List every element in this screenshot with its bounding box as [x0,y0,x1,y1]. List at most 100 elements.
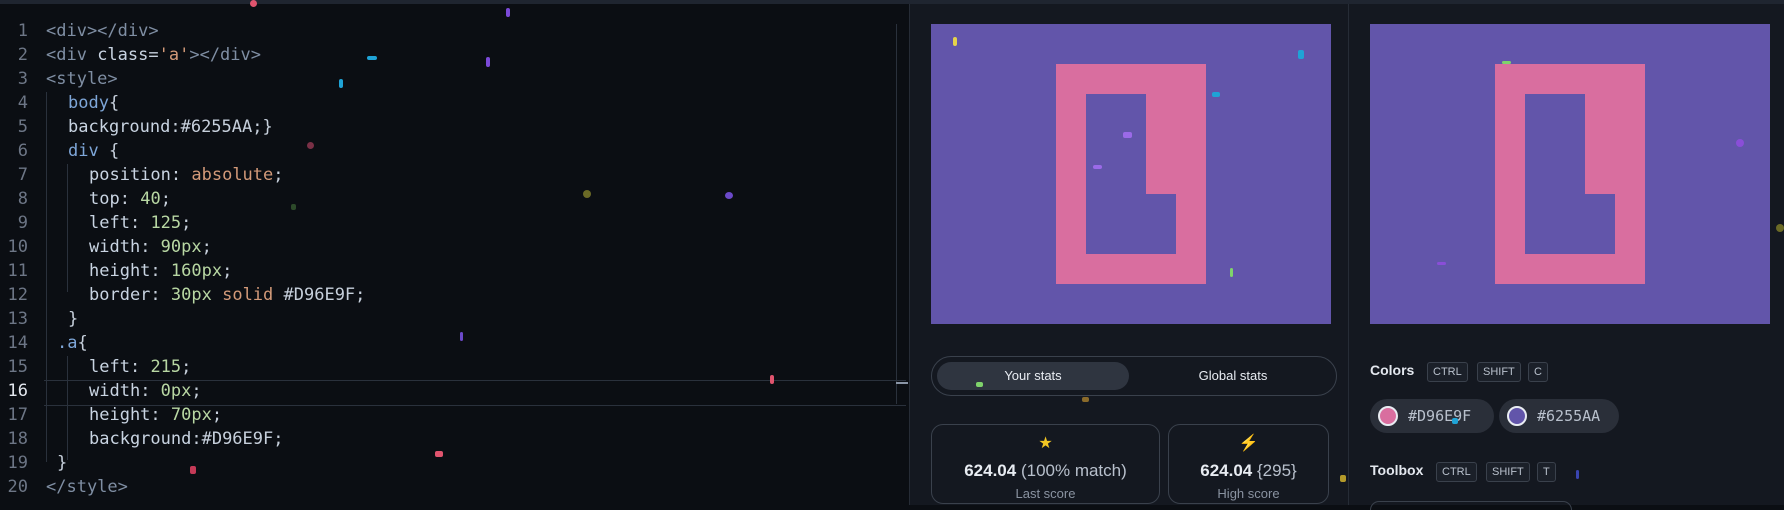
code-line: top: 40; [89,189,171,209]
color-chip-pink[interactable]: #D96E9F [1370,399,1494,433]
target-preview[interactable] [1370,24,1770,324]
color-chip-label: #6255AA [1537,407,1601,425]
confetti-piece [1230,268,1233,277]
shortcut-key: SHIFT [1486,462,1530,482]
line-number: 15 [7,357,28,377]
color-chip-label: #D96E9F [1408,407,1472,425]
code-line: border: 30px solid #D96E9F; [89,285,366,305]
code-line-current: width: 0px; [89,381,202,401]
line-number: 11 [7,261,28,281]
confetti-piece [1776,224,1784,232]
star-icon: ★ [1038,435,1053,452]
confetti-piece [506,8,510,17]
confetti-piece [1437,262,1446,265]
line-number: 18 [7,429,28,449]
line-number: 12 [7,285,28,305]
confetti-piece [250,0,257,7]
target-panel: Colors CTRL SHIFT C #D96E9F #6255AA Tool… [1348,4,1784,510]
high-score-label: High score [1217,486,1280,501]
shortcut-key: T [1537,462,1556,482]
confetti-piece [435,451,443,457]
confetti-piece [460,332,463,341]
bolt-icon: ⚡ [1238,435,1259,452]
color-swatch-dot [1378,406,1398,426]
line-number: 3 [17,69,28,89]
indent-guide [67,356,68,460]
code-line: div { [68,141,120,161]
line-number: 5 [17,117,28,137]
output-panel: Your stats Global stats ★ 624.04 (100% m… [909,4,1349,505]
last-score-card: ★ 624.04 (100% match) Last score [931,424,1160,504]
tab-global-stats[interactable]: Global stats [1137,362,1329,390]
high-score-value: 624.04 {295} [1200,461,1297,480]
high-score-card: ⚡ 624.04 {295} High score [1168,424,1329,504]
code-line: position: absolute; [89,165,284,185]
confetti-piece [1212,92,1220,97]
code-line: <div></div> [46,21,159,41]
line-number: 8 [17,189,28,209]
code-line: </style> [46,477,128,497]
confetti-piece [1736,139,1744,147]
tab-your-stats[interactable]: Your stats [937,362,1129,390]
confetti-piece [291,204,296,210]
code-line: } [57,453,68,473]
last-score-value: 624.04 (100% match) [964,461,1127,480]
confetti-piece [1502,61,1511,64]
indent-guide [67,164,68,292]
line-number: 9 [17,213,28,233]
color-chip-purple[interactable]: #6255AA [1499,399,1619,433]
line-number: 10 [7,237,28,257]
confetti-piece [1082,397,1089,402]
confetti-piece [367,56,377,60]
confetti-piece [1576,470,1579,479]
toolbox-title: Toolbox [1370,462,1424,478]
code-line: <style> [46,69,118,89]
confetti-piece [1340,475,1346,482]
line-number: 20 [7,477,28,497]
confetti-piece [725,192,733,199]
line-number: 1 [17,21,28,41]
line-number: 13 [7,309,28,329]
shortcut-key: CTRL [1436,462,1477,482]
shortcut-key: SHIFT [1477,362,1521,382]
output-bar [1146,94,1176,194]
confetti-piece [1123,132,1132,138]
confetti-piece [1093,165,1102,169]
confetti-piece [583,190,591,198]
code-line: .a{ [57,333,88,353]
confetti-piece [976,382,983,387]
last-score-label: Last score [1015,486,1076,501]
colors-title: Colors [1370,362,1415,378]
code-line: } [68,309,79,329]
code-line: background:#D96E9F; [89,429,284,449]
confetti-piece [1298,50,1304,59]
confetti-piece [953,37,957,46]
line-number: 17 [7,405,28,425]
code-line: left: 215; [89,357,192,377]
toolbox-item-edge [1370,501,1572,510]
code-line: width: 90px; [89,237,212,257]
confetti-piece [486,57,490,67]
line-number: 6 [17,141,28,161]
colors-header: Colors CTRL SHIFT C [1370,362,1770,382]
line-number: 14 [7,333,28,353]
line-number: 7 [17,165,28,185]
code-line: height: 70px; [89,405,223,425]
code-line: left: 125; [89,213,192,233]
editor-scrollbar-track[interactable] [896,24,897,404]
output-preview[interactable] [931,24,1331,324]
shortcut-key: C [1528,362,1548,382]
confetti-piece [1452,418,1458,424]
editor-scrollbar-thumb[interactable] [896,382,908,384]
confetti-piece [190,466,196,474]
code-line: height: 160px; [89,261,233,281]
code-line: background:#6255AA;} [68,117,273,137]
line-number: 19 [7,453,28,473]
shortcut-key: CTRL [1427,362,1468,382]
code-line: body{ [68,93,120,113]
toolbox-header: Toolbox CTRL SHIFT T [1370,462,1770,482]
confetti-piece [770,375,774,384]
target-bar [1585,94,1615,194]
confetti-piece [307,142,314,149]
code-editor[interactable]: 1 2 3 4 5 6 7 8 9 10 11 12 13 14 15 16 1… [0,4,909,505]
